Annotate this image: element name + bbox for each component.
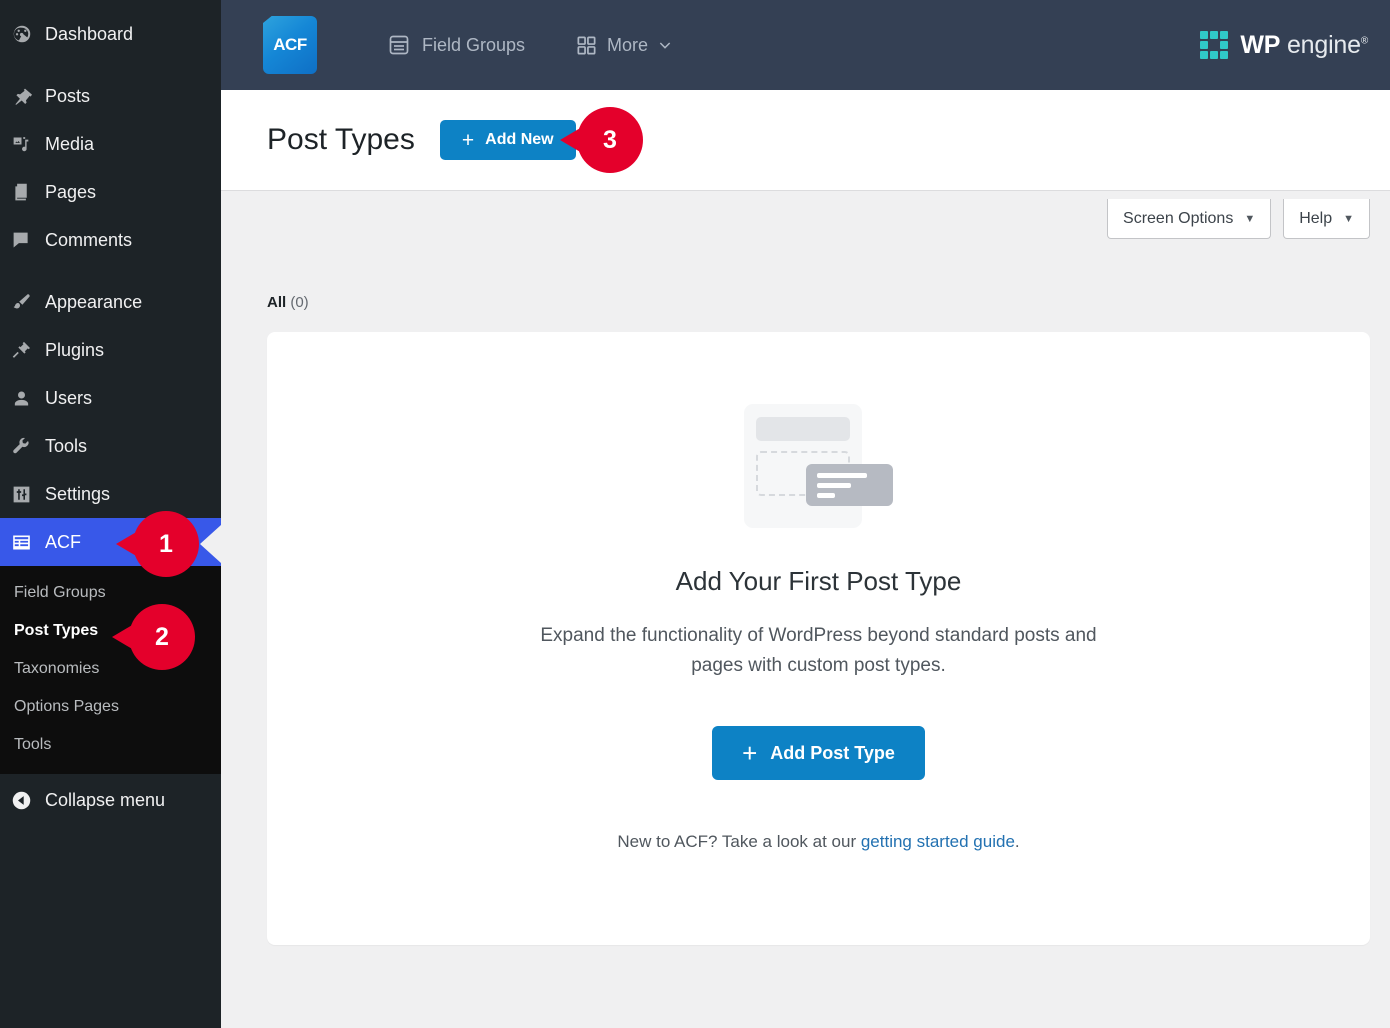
sidebar-item-label: Settings [45, 483, 111, 504]
submenu-item-tools[interactable]: Tools [0, 726, 221, 764]
chevron-down-icon: ▼ [1343, 212, 1354, 225]
callout-badge-2: 2 [129, 604, 195, 670]
screen-meta-row: Screen Options ▼ Help ▼ [267, 191, 1370, 239]
empty-state-description: Expand the functionality of WordPress be… [540, 625, 1097, 676]
acf-submenu: Field Groups Post Types Taxonomies Optio… [0, 566, 221, 774]
sidebar-item-label: Posts [45, 85, 91, 106]
sidebar-item-label: Tools [45, 435, 88, 456]
chevron-down-icon [657, 37, 673, 53]
sidebar-arrow-notch [200, 525, 221, 563]
sidebar-item-label: Comments [45, 229, 133, 250]
plus-icon: + [742, 738, 758, 768]
chevron-left-circle-icon [11, 790, 45, 811]
main-region: ACF Field Groups More WP engine® Post Ty… [221, 0, 1390, 1028]
plug-icon [11, 340, 45, 361]
empty-state-title: Add Your First Post Type [675, 566, 962, 596]
page-header: Post Types + Add New [221, 90, 1390, 191]
user-icon [11, 388, 45, 409]
acf-topbar: ACF Field Groups More WP engine® [221, 0, 1390, 90]
callout-badge-1: 1 [133, 511, 199, 577]
sidebar-item-label: Appearance [45, 291, 143, 312]
acf-table-icon [11, 532, 45, 553]
screen-options-label: Screen Options [1123, 209, 1234, 227]
wpengine-wordmark: WP engine® [1240, 31, 1368, 60]
sidebar-filler [0, 826, 221, 1028]
help-label: Help [1299, 209, 1333, 227]
sidebar-item-appearance[interactable]: Appearance [0, 278, 221, 326]
pages-icon [11, 182, 45, 203]
screen-options-button[interactable]: Screen Options ▼ [1107, 199, 1272, 239]
empty-state-footer-prefix: New to ACF? Take a look at our [617, 832, 861, 851]
sidebar-item-tools[interactable]: Tools [0, 422, 221, 470]
topbar-link-field-groups[interactable]: Field Groups [387, 33, 525, 57]
sidebar-item-label: ACF [45, 531, 81, 552]
topbar-link-label: Field Groups [422, 34, 526, 55]
wpengine-wp-text: WP [1240, 30, 1281, 59]
sidebar-item-posts[interactable]: Posts [0, 72, 221, 120]
sidebar-item-users[interactable]: Users [0, 374, 221, 422]
add-new-label: Add New [485, 131, 554, 148]
acf-logo[interactable]: ACF [263, 16, 317, 74]
callout-badge-3: 3 [577, 107, 643, 173]
admin-sidebar: Dashboard Posts Media Pages Comments App… [0, 0, 221, 1028]
empty-state-illustration-icon [743, 404, 894, 534]
topbar-link-label: More [607, 34, 649, 55]
getting-started-guide-link[interactable]: getting started guide [861, 832, 1015, 851]
add-post-type-button[interactable]: + Add Post Type [712, 726, 925, 780]
wpengine-engine-text: engine [1286, 30, 1361, 59]
sidebar-item-label: Media [45, 133, 95, 154]
submenu-item-options-pages[interactable]: Options Pages [0, 688, 221, 726]
sidebar-item-media[interactable]: Media [0, 120, 221, 168]
chevron-down-icon: ▼ [1244, 212, 1256, 225]
brush-icon [11, 292, 45, 313]
dashboard-icon [11, 23, 45, 45]
sidebar-item-dashboard[interactable]: Dashboard [0, 10, 221, 58]
add-post-type-label: Add Post Type [770, 742, 895, 763]
wpengine-grid-icon [1200, 31, 1229, 59]
collapse-menu-label: Collapse menu [45, 789, 166, 810]
sidebar-item-label: Pages [45, 181, 97, 202]
topbar-link-more[interactable]: More [575, 34, 673, 57]
filter-all-count: (0) [290, 294, 309, 311]
sidebar-item-label: Plugins [45, 339, 105, 360]
grid-2x2-icon [575, 34, 598, 57]
sidebar-item-pages[interactable]: Pages [0, 168, 221, 216]
plus-icon: + [461, 128, 475, 152]
page-title: Post Types [267, 123, 415, 156]
collapse-menu-button[interactable]: Collapse menu [0, 774, 221, 826]
empty-state-footer-suffix: . [1014, 832, 1020, 851]
submenu-item-field-groups[interactable]: Field Groups [0, 574, 221, 612]
list-card-icon [387, 33, 411, 57]
filter-links: All (0) [267, 294, 1370, 311]
sidebar-item-label: Dashboard [45, 23, 134, 44]
filter-all-label[interactable]: All [267, 294, 286, 311]
help-button[interactable]: Help ▼ [1283, 199, 1370, 239]
wpengine-logo[interactable]: WP engine® [1200, 31, 1368, 60]
settings-sliders-icon [11, 484, 45, 505]
add-new-button[interactable]: + Add New [439, 120, 576, 160]
sidebar-item-comments[interactable]: Comments [0, 216, 221, 264]
media-icon [11, 134, 45, 155]
comments-icon [11, 230, 45, 251]
wrench-icon [11, 436, 45, 457]
admin-screen: Dashboard Posts Media Pages Comments App… [0, 0, 1390, 1028]
empty-state-card: Add Your First Post Type Expand the func… [267, 332, 1370, 945]
sidebar-item-label: Users [45, 387, 93, 408]
wpengine-tm: ® [1360, 35, 1368, 47]
empty-state-footer: New to ACF? Take a look at our getting s… [617, 832, 1019, 852]
page-content: Screen Options ▼ Help ▼ All (0) Add Your… [221, 191, 1390, 1028]
sidebar-item-settings[interactable]: Settings [0, 470, 221, 518]
pin-icon [11, 86, 45, 107]
sidebar-item-plugins[interactable]: Plugins [0, 326, 221, 374]
